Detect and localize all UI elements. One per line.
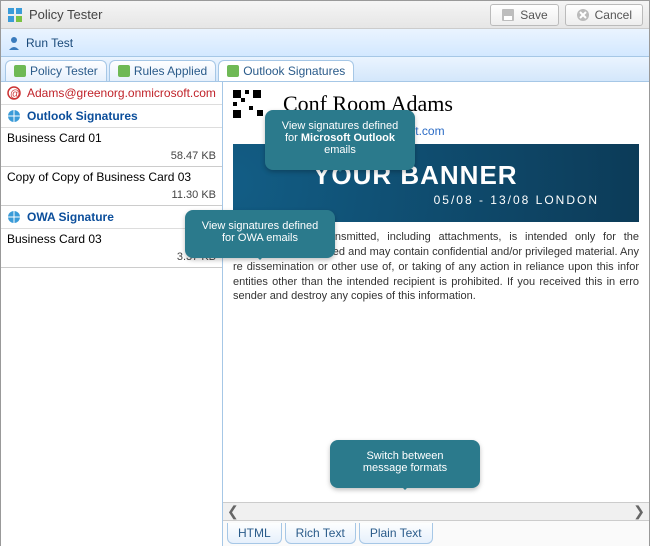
format-tab-html[interactable]: HTML	[227, 523, 282, 544]
signatures-sidebar: @ Adams@greenorg.onmicrosoft.com Outlook…	[1, 82, 223, 546]
app-icon	[7, 7, 23, 23]
tab-policy-tester[interactable]: Policy Tester	[5, 60, 107, 81]
globe-icon	[7, 109, 21, 123]
save-icon	[501, 8, 515, 22]
format-tab-rich[interactable]: Rich Text	[285, 523, 356, 544]
cancel-button[interactable]: Cancel	[565, 4, 643, 26]
scroll-left-icon[interactable]: ❮	[227, 503, 239, 520]
signature-item[interactable]: Business Card 01 58.47 KB	[1, 128, 222, 167]
tab-rules-applied[interactable]: Rules Applied	[109, 60, 216, 81]
window-title: Policy Tester	[29, 7, 484, 22]
callout-formats: Switch between message formats	[330, 440, 480, 488]
rules-icon	[118, 65, 130, 77]
signature-item[interactable]: Copy of Copy of Business Card 03 11.30 K…	[1, 167, 222, 206]
run-test-button[interactable]: Run Test	[7, 36, 73, 50]
sidebar-email[interactable]: @ Adams@greenorg.onmicrosoft.com	[1, 82, 222, 105]
banner-subline: 05/08 - 13/08 LONDON	[313, 193, 639, 207]
policy-icon	[14, 65, 26, 77]
scroll-right-icon[interactable]: ❯	[633, 503, 645, 520]
format-tab-plain[interactable]: Plain Text	[359, 523, 433, 544]
at-icon: @	[7, 86, 21, 100]
person-icon	[7, 36, 21, 50]
globe-icon	[7, 210, 21, 224]
svg-text:@: @	[10, 89, 20, 100]
outlook-icon	[227, 65, 239, 77]
tab-outlook-signatures[interactable]: Outlook Signatures	[218, 60, 354, 81]
callout-outlook: View signatures defined for Microsoft Ou…	[265, 110, 415, 170]
horizontal-scrollbar[interactable]: ❮ ❯	[223, 502, 649, 520]
save-button[interactable]: Save	[490, 4, 558, 26]
cancel-icon	[576, 8, 590, 22]
callout-owa: View signatures defined for OWA emails	[185, 210, 335, 258]
sidebar-section-outlook[interactable]: Outlook Signatures	[1, 105, 222, 128]
